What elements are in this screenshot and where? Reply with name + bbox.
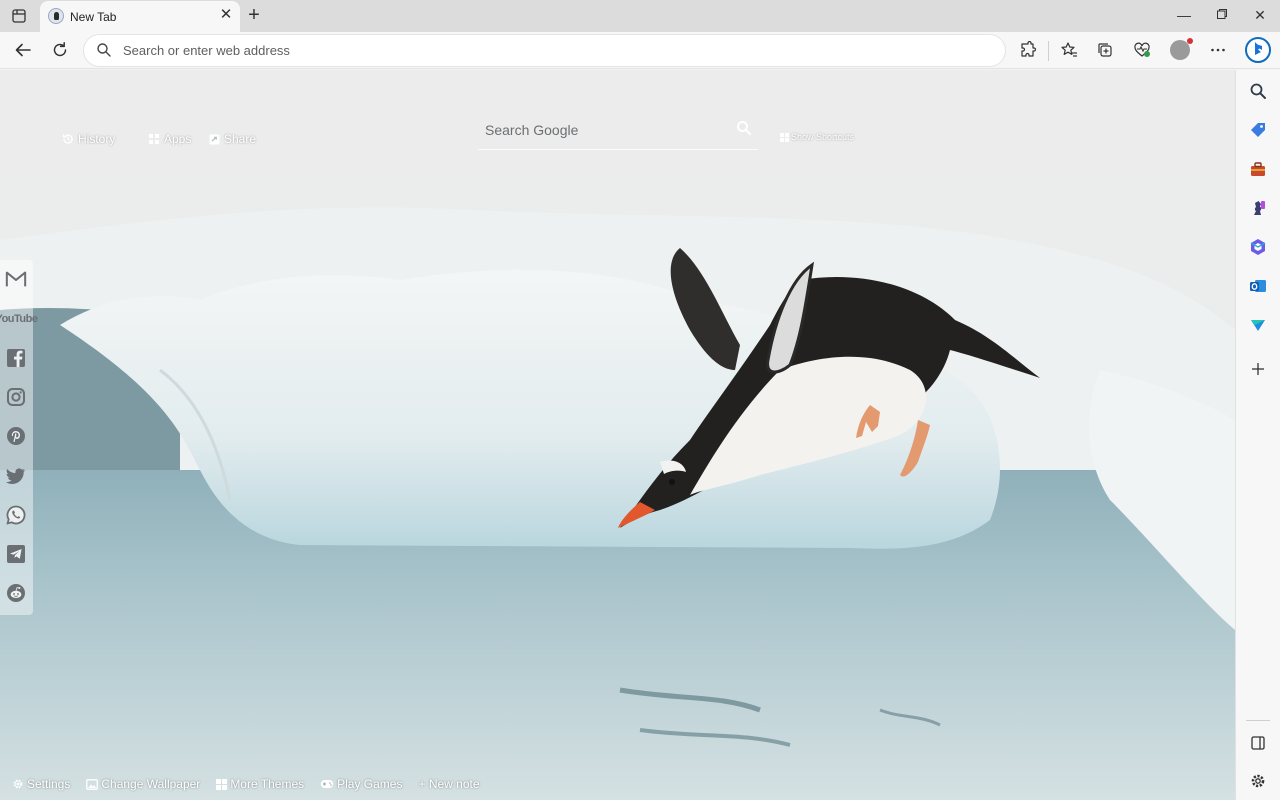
history-label: History bbox=[78, 132, 116, 146]
google-search-input[interactable]: Search Google bbox=[478, 114, 758, 150]
telegram-icon[interactable] bbox=[5, 543, 27, 565]
settings-label: Settings bbox=[27, 777, 71, 791]
apps-label: Apps bbox=[164, 132, 192, 146]
tab-title: New Tab bbox=[70, 10, 117, 24]
toolbar-divider bbox=[1048, 41, 1049, 61]
split-screen-icon[interactable] bbox=[1249, 734, 1267, 752]
drop-icon[interactable] bbox=[1249, 316, 1267, 334]
share-label: Share bbox=[224, 132, 257, 146]
penguin-favicon-icon bbox=[48, 8, 64, 24]
settings-icon[interactable] bbox=[1249, 772, 1267, 790]
penguin-wallpaper bbox=[0, 70, 1235, 800]
youtube-label: YouTube bbox=[0, 313, 38, 325]
refresh-icon[interactable] bbox=[48, 38, 72, 62]
outlook-icon[interactable] bbox=[1249, 277, 1267, 295]
wallpaper-icon bbox=[86, 778, 99, 790]
browser-essentials-icon[interactable] bbox=[1130, 38, 1154, 62]
show-shortcuts-label: Show Shortcuts bbox=[791, 132, 855, 142]
minimize-icon[interactable]: — bbox=[1173, 5, 1195, 25]
reddit-icon[interactable] bbox=[5, 582, 27, 604]
whatsapp-icon[interactable] bbox=[5, 504, 27, 526]
bottom-bar: Settings Change Wallpaper More Themes Pl… bbox=[12, 776, 480, 792]
gamepad-icon bbox=[320, 780, 334, 788]
sidebar-divider bbox=[1246, 720, 1270, 721]
address-bar[interactable]: Search or enter web address bbox=[84, 35, 1005, 66]
back-icon[interactable] bbox=[11, 38, 35, 62]
show-shortcuts-button[interactable]: Show Shortcuts bbox=[780, 132, 854, 142]
close-icon[interactable]: ✕ bbox=[218, 7, 234, 23]
favorites-icon[interactable] bbox=[1057, 38, 1081, 62]
gmail-icon[interactable] bbox=[5, 268, 27, 290]
more-themes-label: More Themes bbox=[230, 777, 305, 791]
new-note-label: + New note bbox=[418, 777, 480, 791]
play-games-label: Play Games bbox=[337, 777, 403, 791]
google-search-placeholder: Search Google bbox=[485, 122, 579, 138]
apps-link[interactable]: Apps bbox=[148, 132, 191, 146]
themes-grid-icon bbox=[216, 778, 228, 790]
gear-icon bbox=[13, 779, 23, 789]
shopping-tag-icon[interactable] bbox=[1249, 121, 1267, 139]
history-icon bbox=[62, 134, 73, 144]
window-close-icon[interactable]: ✕ bbox=[1249, 5, 1271, 25]
share-icon bbox=[209, 134, 220, 144]
more-icon[interactable] bbox=[1206, 38, 1230, 62]
extensions-icon[interactable] bbox=[1016, 38, 1040, 62]
profile-avatar[interactable] bbox=[1170, 38, 1193, 60]
plus-icon[interactable]: + bbox=[244, 4, 264, 26]
pinterest-icon[interactable] bbox=[5, 425, 27, 447]
apps-grid-icon bbox=[149, 134, 159, 144]
more-themes-button[interactable]: More Themes bbox=[216, 776, 304, 792]
search-icon[interactable] bbox=[736, 120, 752, 141]
tools-icon[interactable] bbox=[1249, 160, 1267, 178]
history-link[interactable]: History bbox=[62, 132, 115, 146]
search-icon bbox=[96, 42, 112, 63]
settings-button[interactable]: Settings bbox=[12, 776, 70, 792]
add-icon[interactable] bbox=[1249, 360, 1267, 378]
change-wallpaper-label: Change Wallpaper bbox=[101, 777, 201, 791]
tab-new-tab[interactable]: New Tab ✕ bbox=[40, 1, 240, 32]
tab-actions-icon[interactable] bbox=[10, 7, 28, 25]
maximize-icon[interactable] bbox=[1211, 5, 1233, 25]
instagram-icon[interactable] bbox=[5, 386, 27, 408]
facebook-icon[interactable] bbox=[5, 347, 27, 369]
address-placeholder: Search or enter web address bbox=[123, 43, 290, 58]
toolbar: Search or enter web address bbox=[0, 32, 1280, 69]
edge-sidebar bbox=[1235, 70, 1280, 800]
title-bar: New Tab ✕ + — ✕ bbox=[0, 0, 1280, 32]
games-icon[interactable] bbox=[1249, 199, 1267, 217]
play-games-button[interactable]: Play Games bbox=[320, 776, 402, 792]
youtube-icon[interactable]: YouTube bbox=[0, 308, 38, 330]
share-link[interactable]: Share bbox=[209, 132, 256, 146]
change-wallpaper-button[interactable]: Change Wallpaper bbox=[86, 776, 200, 792]
collections-icon[interactable] bbox=[1093, 38, 1117, 62]
copilot-icon[interactable] bbox=[1245, 35, 1271, 65]
microsoft365-icon[interactable] bbox=[1249, 238, 1267, 256]
shortcuts-grid-icon bbox=[780, 132, 789, 142]
new-note-button[interactable]: + New note bbox=[418, 776, 479, 792]
new-tab-page: History Apps Share Search Google Show Sh… bbox=[0, 70, 1235, 800]
social-sidebar: YouTube bbox=[0, 260, 38, 615]
search-icon[interactable] bbox=[1249, 82, 1267, 100]
twitter-icon[interactable] bbox=[5, 465, 27, 487]
